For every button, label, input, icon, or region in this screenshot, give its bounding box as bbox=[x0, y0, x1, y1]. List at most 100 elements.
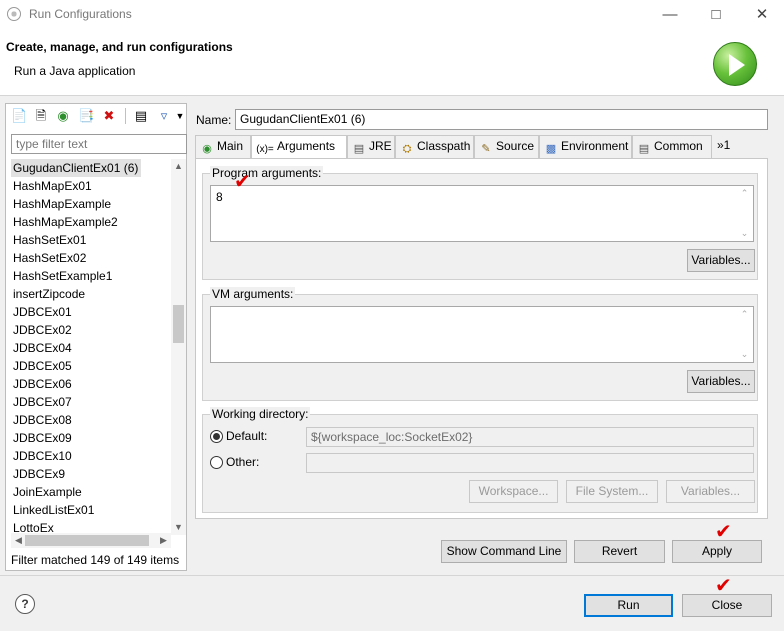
new-config-icon[interactable]: 📄 bbox=[11, 108, 27, 124]
list-item[interactable]: JDBCEx06 bbox=[11, 375, 171, 393]
default-label: Default: bbox=[226, 429, 268, 443]
working-directory-group: Working directory: Default: ${workspace_… bbox=[202, 407, 758, 513]
duplicate-config-icon[interactable]: 📑 bbox=[78, 108, 94, 124]
new-prototype-icon[interactable]: 🗎 bbox=[33, 108, 49, 124]
scroll-down-icon[interactable]: ▼ bbox=[171, 520, 186, 535]
list-item[interactable]: HashSetExample1 bbox=[11, 267, 171, 285]
run-badge-icon bbox=[713, 42, 757, 86]
other-radio[interactable] bbox=[210, 456, 223, 469]
list-item[interactable]: HashMapExample2 bbox=[11, 213, 171, 231]
delete-config-icon[interactable]: ✖ bbox=[101, 108, 117, 124]
header-subtitle: Run a Java application bbox=[14, 64, 136, 78]
tab-main[interactable]: ◉ Main bbox=[195, 135, 251, 158]
list-item[interactable]: HashSetEx01 bbox=[11, 231, 171, 249]
other-label: Other: bbox=[226, 455, 260, 469]
list-item[interactable]: HashSetEx02 bbox=[11, 249, 171, 267]
default-directory-field: ${workspace_loc:SocketEx02} bbox=[306, 427, 754, 447]
other-directory-field[interactable] bbox=[306, 453, 754, 473]
tab-source[interactable]: ✎ Source bbox=[474, 135, 539, 158]
horizontal-scroll-thumb[interactable] bbox=[25, 535, 149, 546]
tab-environment[interactable]: ▩ Environment bbox=[539, 135, 632, 158]
list-item[interactable]: HashMapEx01 bbox=[11, 177, 171, 195]
list-item[interactable]: JDBCEx04 bbox=[11, 339, 171, 357]
tab-jre[interactable]: ▤ JRE bbox=[347, 135, 395, 158]
export-config-icon[interactable]: ◉ bbox=[55, 108, 71, 124]
name-label: Name: bbox=[196, 113, 232, 127]
vm-arguments-textarea[interactable]: ⌃ ⌄ bbox=[210, 306, 754, 363]
list-item[interactable]: LinkedListEx01 bbox=[11, 501, 171, 519]
arguments-tab-panel: Program arguments: 8 ⌃ ⌄ Variables... VM… bbox=[195, 158, 768, 519]
footer-divider bbox=[0, 575, 784, 576]
tab-classpath[interactable]: ⛭ Classpath bbox=[395, 135, 474, 158]
scroll-up-icon[interactable]: ▲ bbox=[171, 159, 186, 174]
help-icon[interactable]: ? bbox=[15, 594, 35, 614]
workspace-button[interactable]: Workspace... bbox=[469, 480, 558, 503]
working-directory-label: Working directory: bbox=[210, 407, 311, 421]
list-item[interactable]: JoinExample bbox=[11, 483, 171, 501]
apply-button[interactable]: Apply bbox=[672, 540, 762, 563]
vm-arguments-scrollbar[interactable]: ⌃ ⌄ bbox=[737, 307, 753, 362]
list-item[interactable]: HashMapExample bbox=[11, 195, 171, 213]
show-command-line-button[interactable]: Show Command Line bbox=[441, 540, 567, 563]
directory-variables-button[interactable]: Variables... bbox=[666, 480, 755, 503]
configuration-list: GugudanClientEx01 (6) HashMapEx01 HashMa… bbox=[11, 159, 171, 537]
window-title: Run Configurations bbox=[29, 7, 132, 21]
program-arguments-textarea[interactable]: 8 ⌃ ⌄ bbox=[210, 185, 754, 242]
config-tab-bar: ◉ Main (x)= Arguments ▤ JRE ⛭ Classpath ✎ Sou… bbox=[195, 135, 768, 159]
program-arguments-group: Program arguments: 8 ⌃ ⌄ Variables... bbox=[202, 166, 758, 280]
list-vertical-scrollbar[interactable]: ▲ ▼ bbox=[171, 159, 186, 535]
list-item[interactable]: JDBCEx02 bbox=[11, 321, 171, 339]
program-arguments-scrollbar[interactable]: ⌃ ⌄ bbox=[737, 186, 753, 241]
file-system-button[interactable]: File System... bbox=[566, 480, 658, 503]
list-item[interactable]: JDBCEx09 bbox=[11, 429, 171, 447]
scroll-down-icon[interactable]: ⌄ bbox=[737, 226, 752, 241]
check-mark-icon: ✔ bbox=[234, 171, 251, 193]
default-radio[interactable] bbox=[210, 430, 223, 443]
collapse-all-icon[interactable]: ▤ bbox=[133, 108, 149, 124]
minimize-button[interactable]: — bbox=[647, 0, 693, 30]
app-icon bbox=[7, 7, 21, 21]
program-variables-button[interactable]: Variables... bbox=[687, 249, 755, 272]
source-tab-icon: ✎ bbox=[481, 143, 491, 155]
arguments-tab-icon: (x)= bbox=[256, 144, 274, 155]
list-item[interactable]: GugudanClientEx01 (6) bbox=[11, 159, 142, 177]
name-field[interactable]: GugudanClientEx01 (6) bbox=[235, 109, 768, 130]
list-item[interactable]: JDBCEx9 bbox=[11, 465, 171, 483]
scroll-up-icon[interactable]: ⌃ bbox=[737, 186, 752, 201]
scroll-left-icon[interactable]: ◀ bbox=[11, 533, 26, 548]
tree-toolbar: 📄 🗎 ◉ 📑 ✖ ▤ ▿ ▼ bbox=[6, 104, 186, 128]
filter-input[interactable] bbox=[11, 134, 187, 154]
run-button[interactable]: Run bbox=[584, 594, 673, 617]
list-item[interactable]: JDBCEx10 bbox=[11, 447, 171, 465]
classpath-tab-icon: ⛭ bbox=[402, 143, 412, 155]
list-item[interactable]: JDBCEx08 bbox=[11, 411, 171, 429]
list-item[interactable]: insertZipcode bbox=[11, 285, 171, 303]
program-arguments-label: Program arguments: bbox=[210, 166, 324, 180]
close-button[interactable]: Close bbox=[682, 594, 772, 617]
common-tab-icon: ▤ bbox=[638, 143, 650, 155]
main-tab-icon: ◉ bbox=[202, 143, 212, 155]
scroll-down-icon[interactable]: ⌄ bbox=[737, 347, 752, 362]
tab-common[interactable]: ▤ Common bbox=[632, 135, 712, 158]
list-horizontal-scrollbar[interactable]: ◀ ▶ bbox=[11, 533, 171, 548]
tab-overflow-button[interactable]: »1 bbox=[717, 138, 730, 152]
list-item[interactable]: JDBCEx01 bbox=[11, 303, 171, 321]
dialog-header: Create, manage, and run configurations R… bbox=[0, 30, 784, 96]
view-menu-icon[interactable]: ▼ bbox=[175, 108, 185, 124]
vm-variables-button[interactable]: Variables... bbox=[687, 370, 755, 393]
revert-button[interactable]: Revert bbox=[574, 540, 665, 563]
configuration-tree-pane: 📄 🗎 ◉ 📑 ✖ ▤ ▿ ▼ GugudanClientEx01 (6) Ha… bbox=[5, 103, 187, 571]
scroll-up-icon[interactable]: ⌃ bbox=[737, 307, 752, 322]
list-item[interactable]: JDBCEx07 bbox=[11, 393, 171, 411]
filter-status-text: Filter matched 149 of 149 items bbox=[11, 553, 180, 567]
close-window-button[interactable]: ✕ bbox=[739, 0, 784, 30]
vm-arguments-group: VM arguments: ⌃ ⌄ Variables... bbox=[202, 287, 758, 401]
header-title: Create, manage, and run configurations bbox=[6, 40, 233, 54]
title-bar: Run Configurations — □ ✕ bbox=[0, 0, 784, 30]
list-item[interactable]: JDBCEx05 bbox=[11, 357, 171, 375]
filter-icon[interactable]: ▿ bbox=[156, 108, 172, 124]
maximize-button[interactable]: □ bbox=[693, 0, 739, 30]
scroll-right-icon[interactable]: ▶ bbox=[156, 533, 171, 548]
tab-arguments[interactable]: (x)= Arguments bbox=[251, 135, 347, 159]
vertical-scroll-thumb[interactable] bbox=[173, 305, 184, 343]
